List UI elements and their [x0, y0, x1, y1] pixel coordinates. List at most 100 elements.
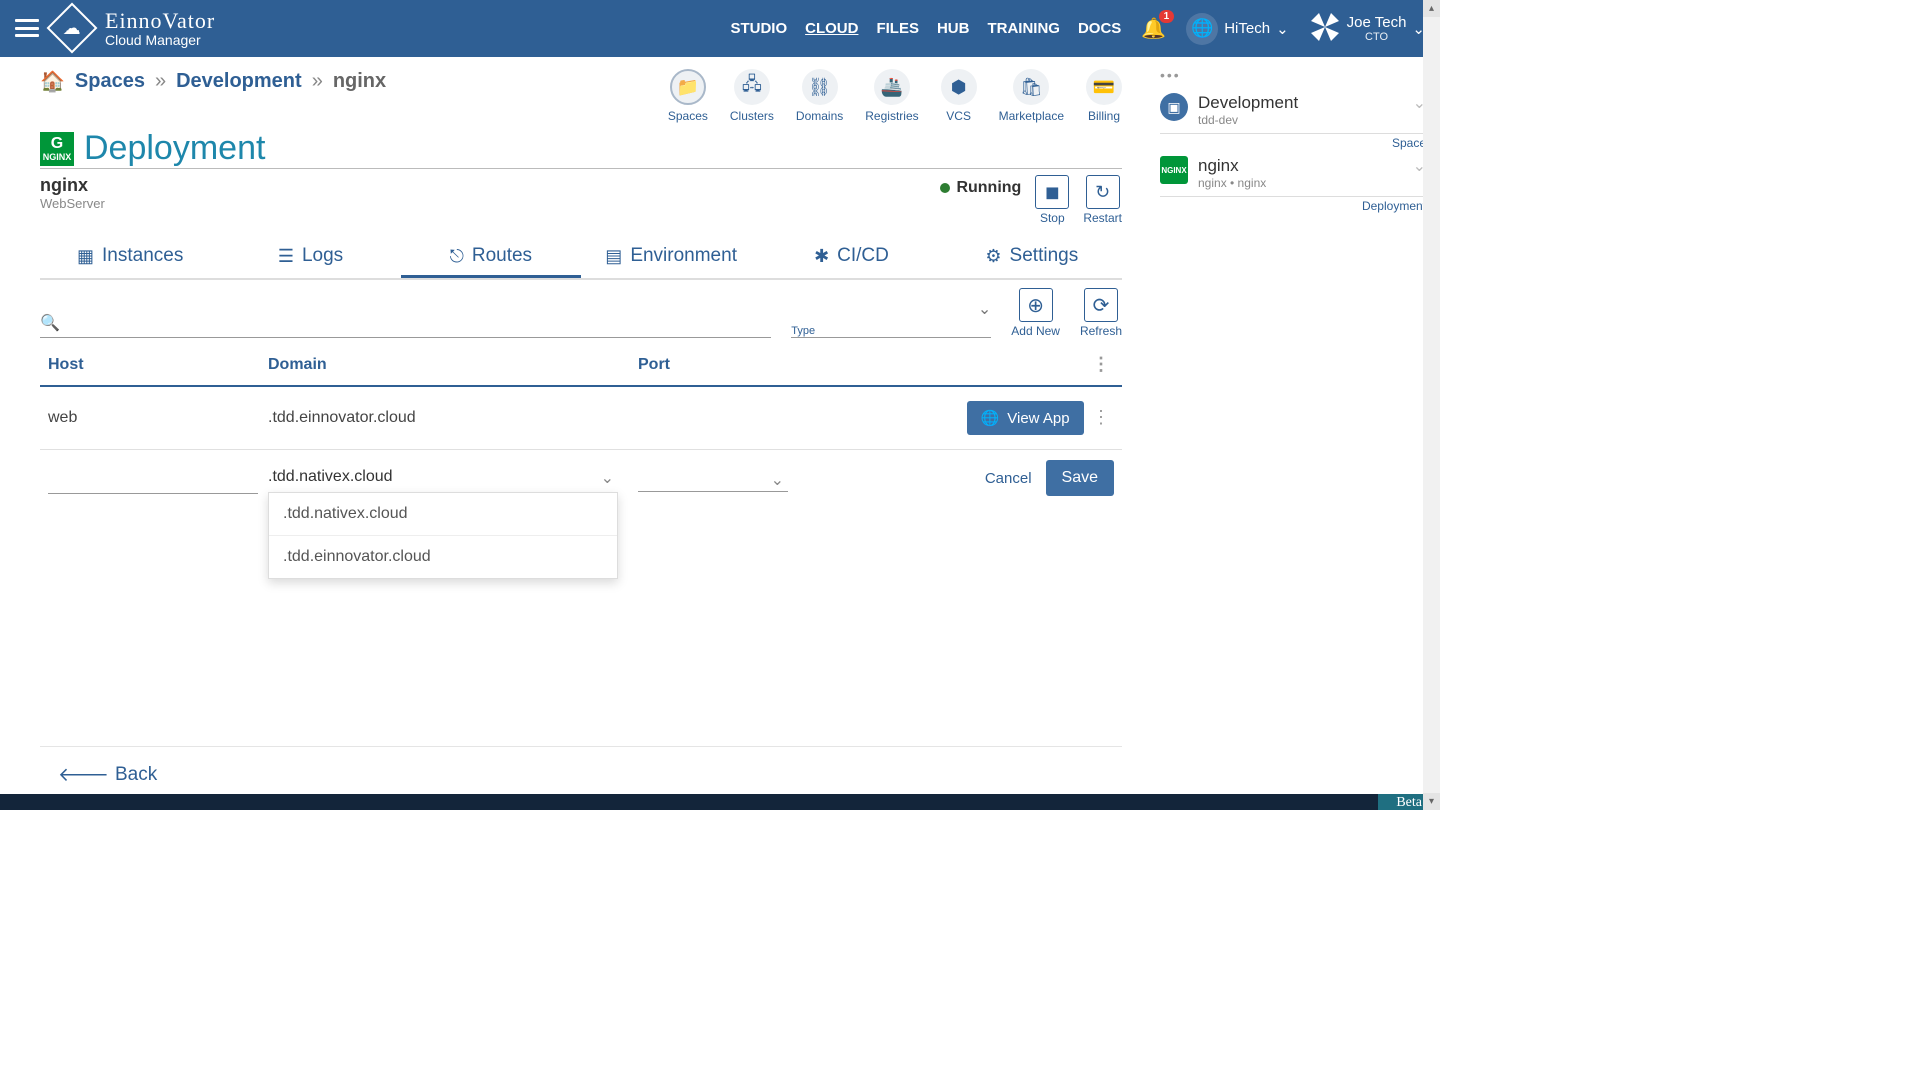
chevron-down-icon: ⌄	[1276, 20, 1289, 38]
cell-domain: .tdd.einnovator.cloud	[268, 409, 638, 427]
sidebar-item-deployment[interactable]: NGINX nginx nginx • nginx ⌄	[1160, 150, 1426, 197]
row-menu-icon[interactable]: ⋮	[1088, 407, 1114, 427]
header-domain[interactable]: Domain	[268, 356, 638, 374]
save-button[interactable]: Save	[1046, 460, 1114, 496]
status-dot-icon	[940, 183, 950, 193]
divider	[40, 746, 1122, 747]
header-port[interactable]: Port	[638, 356, 888, 374]
addnew-grp: ⊕ Add New	[1011, 288, 1060, 338]
new-host-input[interactable]	[48, 463, 258, 494]
context-sidebar: ••• ▣ Development tdd-dev ⌄ Space NGINX …	[1150, 57, 1440, 810]
quicknav-registries[interactable]: 🚢Registries	[865, 69, 918, 123]
tab-instances[interactable]: ▦Instances	[40, 237, 220, 278]
refresh-button[interactable]: ⟳	[1084, 288, 1118, 322]
brand-name: EinnoVator	[105, 9, 215, 33]
org-selector[interactable]: 🌐 HiTech ⌄	[1186, 13, 1288, 45]
view-app-button[interactable]: 🌐 View App	[967, 401, 1084, 435]
app-logo-icon: ☁	[47, 3, 98, 54]
quicknav-clusters[interactable]: 🖧Clusters	[730, 69, 774, 123]
tab-logs[interactable]: ☰Logs	[220, 237, 400, 278]
tab-cicd[interactable]: ✱CI/CD	[761, 237, 941, 278]
crumb-spaces[interactable]: Spaces	[75, 70, 145, 93]
brand: EinnoVator Cloud Manager	[105, 9, 215, 49]
scroll-up-icon[interactable]: ▴	[1423, 0, 1440, 17]
top-row: 🏠 Spaces » Development » nginx 📁Spaces 🖧…	[40, 69, 1122, 123]
domain-option[interactable]: .tdd.nativex.cloud	[269, 493, 617, 536]
nav-files[interactable]: FILES	[876, 20, 919, 37]
crumb-sep: »	[155, 70, 166, 93]
new-domain-dropdown[interactable]: ⌄ .tdd.nativex.cloud .tdd.einnovator.clo…	[268, 462, 618, 494]
nav-docs[interactable]: DOCS	[1078, 20, 1121, 37]
cancel-button[interactable]: Cancel	[985, 470, 1032, 487]
crumb-dev[interactable]: Development	[176, 70, 302, 93]
quicknav: 📁Spaces 🖧Clusters ⛓Domains 🚢Registries ⬢…	[668, 69, 1122, 123]
search-icon: 🔍	[40, 313, 60, 333]
app-header: ☁ EinnoVator Cloud Manager STUDIO CLOUD …	[0, 0, 1440, 57]
footer: Beta	[0, 794, 1440, 810]
new-route-row: ⌄ .tdd.nativex.cloud .tdd.einnovator.clo…	[40, 450, 1122, 506]
notifications[interactable]: 🔔 1	[1141, 16, 1166, 41]
search-input[interactable]	[66, 315, 771, 331]
back-button[interactable]: 🡐 Back	[58, 763, 157, 787]
restart-action: ↻ Restart	[1083, 175, 1122, 225]
scrollbar[interactable]: ▴ ▾	[1423, 0, 1440, 810]
routes-icon: ⎋	[450, 246, 464, 267]
tab-routes[interactable]: ⎋Routes	[401, 237, 581, 278]
logs-icon: ☰	[278, 246, 294, 267]
header-menu-icon[interactable]: ⋮	[1088, 354, 1114, 374]
env-icon: ▤	[605, 246, 622, 267]
arrow-left-icon: 🡐	[58, 763, 109, 787]
menu-icon[interactable]	[15, 19, 39, 37]
tab-environment[interactable]: ▤Environment	[581, 237, 761, 278]
sidebar-tag: Deployment	[1160, 199, 1426, 213]
add-new-button[interactable]: ⊕	[1019, 288, 1053, 322]
header-host[interactable]: Host	[48, 356, 268, 374]
sidebar-drag-icon: •••	[1160, 67, 1426, 83]
chevron-down-icon: ⌄	[978, 299, 991, 319]
quicknav-spaces[interactable]: 📁Spaces	[668, 69, 708, 123]
quicknav-domains[interactable]: ⛓Domains	[796, 69, 843, 123]
box-icon: ▣	[1160, 93, 1188, 121]
nav-hub[interactable]: HUB	[937, 20, 970, 37]
header-right: STUDIO CLOUD FILES HUB TRAINING DOCS 🔔 1…	[730, 11, 1425, 47]
nav-training[interactable]: TRAINING	[987, 20, 1060, 37]
type-filter[interactable]: ⌄ Type	[791, 295, 991, 338]
crumb-sep: »	[312, 70, 323, 93]
table-header: Host Domain Port ⋮	[40, 344, 1122, 387]
brand-subtitle: Cloud Manager	[105, 33, 215, 48]
home-icon[interactable]: 🏠	[40, 69, 65, 94]
nginx-icon: GNGINX	[40, 132, 74, 166]
notification-badge: 1	[1159, 10, 1175, 23]
new-domain-input[interactable]	[268, 462, 618, 494]
quicknav-billing[interactable]: 💳Billing	[1086, 69, 1122, 123]
domain-option[interactable]: .tdd.einnovator.cloud	[269, 536, 617, 578]
filter-row: 🔍 ⌄ Type ⊕ Add New ⟳ Refresh	[40, 288, 1122, 338]
stop-button[interactable]: ◼	[1035, 175, 1069, 209]
domain-dropdown-menu: .tdd.nativex.cloud .tdd.einnovator.cloud	[268, 492, 618, 579]
sidebar-title: nginx	[1198, 156, 1403, 176]
restart-button[interactable]: ↻	[1086, 175, 1120, 209]
scroll-down-icon[interactable]: ▾	[1423, 793, 1440, 810]
quicknav-vcs[interactable]: ⬢VCS	[941, 69, 977, 123]
nav-studio[interactable]: STUDIO	[730, 20, 787, 37]
billing-icon: 💳	[1086, 69, 1122, 105]
quicknav-marketplace[interactable]: 🛍Marketplace	[999, 69, 1064, 123]
search[interactable]: 🔍	[40, 309, 771, 338]
deploy-info: nginx WebServer	[40, 175, 105, 211]
tab-settings[interactable]: ⚙Settings	[942, 237, 1122, 278]
domain-icon: ⛓	[802, 69, 838, 105]
globe-icon: 🌐	[981, 409, 1000, 427]
nginx-icon: NGINX	[1160, 156, 1188, 184]
gear-icon: ⚙	[985, 246, 1001, 267]
new-port-input[interactable]	[638, 464, 788, 492]
deploy-sub: WebServer	[40, 196, 105, 211]
restart-label: Restart	[1083, 211, 1122, 225]
crumb-current: nginx	[333, 70, 386, 93]
new-port-dropdown[interactable]: ⌄	[638, 464, 788, 492]
user-menu[interactable]: Joe Tech CTO ⌄	[1309, 11, 1425, 47]
status-actions: Running ◼ Stop ↻ Restart	[940, 175, 1122, 225]
cluster-icon: 🖧	[734, 69, 770, 105]
nav-cloud[interactable]: CLOUD	[805, 20, 858, 37]
folder-icon: 📁	[670, 69, 706, 105]
sidebar-item-space[interactable]: ▣ Development tdd-dev ⌄	[1160, 87, 1426, 134]
